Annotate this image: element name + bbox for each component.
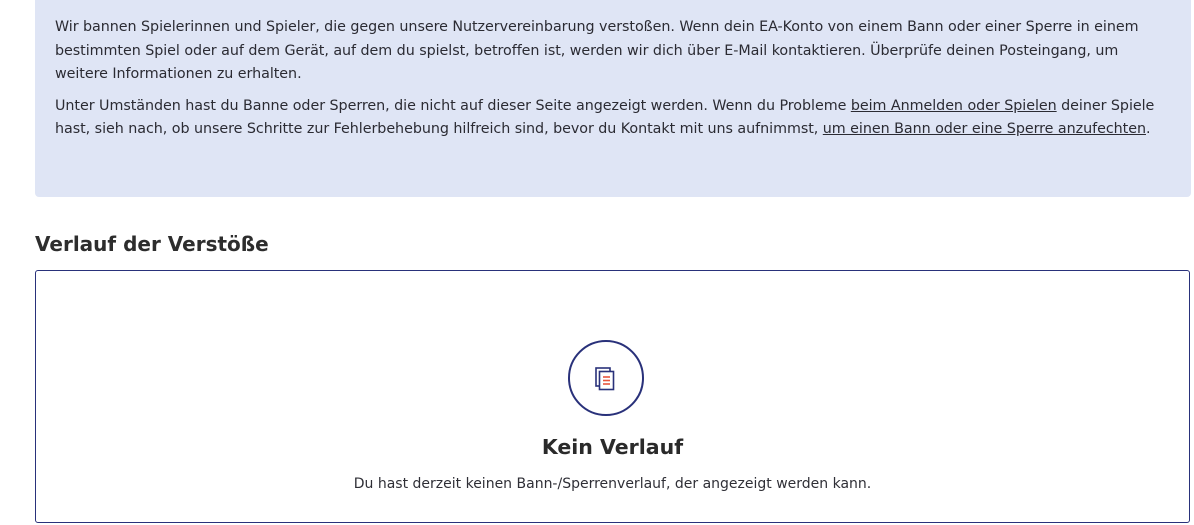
empty-state-title: Kein Verlauf (541, 435, 684, 459)
empty-state-icon-circle (568, 340, 644, 416)
documents-icon (595, 367, 615, 391)
ban-info-paragraph-2: Unter Umständen hast du Banne oder Sperr… (55, 95, 1171, 142)
ban-info-text: Unter Umständen hast du Banne oder Sperr… (55, 97, 851, 114)
ban-info-panel: Wir bannen Spielerinnen und Spieler, die… (35, 0, 1191, 197)
login-or-play-link[interactable]: beim Anmelden oder Spielen (851, 98, 1057, 114)
violation-history-card: Kein Verlauf Du hast derzeit keinen Bann… (35, 270, 1190, 523)
empty-state-text: Du hast derzeit keinen Bann-/Sperrenverl… (353, 476, 872, 492)
appeal-ban-link[interactable]: um einen Bann oder eine Sperre anzufecht… (823, 121, 1146, 137)
violation-history-heading: Verlauf der Verstöße (35, 232, 269, 256)
page: Wir bannen Spielerinnen und Spieler, die… (0, 0, 1194, 525)
ban-info-paragraph: Wir bannen Spielerinnen und Spieler, die… (55, 19, 1139, 82)
ban-info-text: . (1145, 121, 1151, 137)
